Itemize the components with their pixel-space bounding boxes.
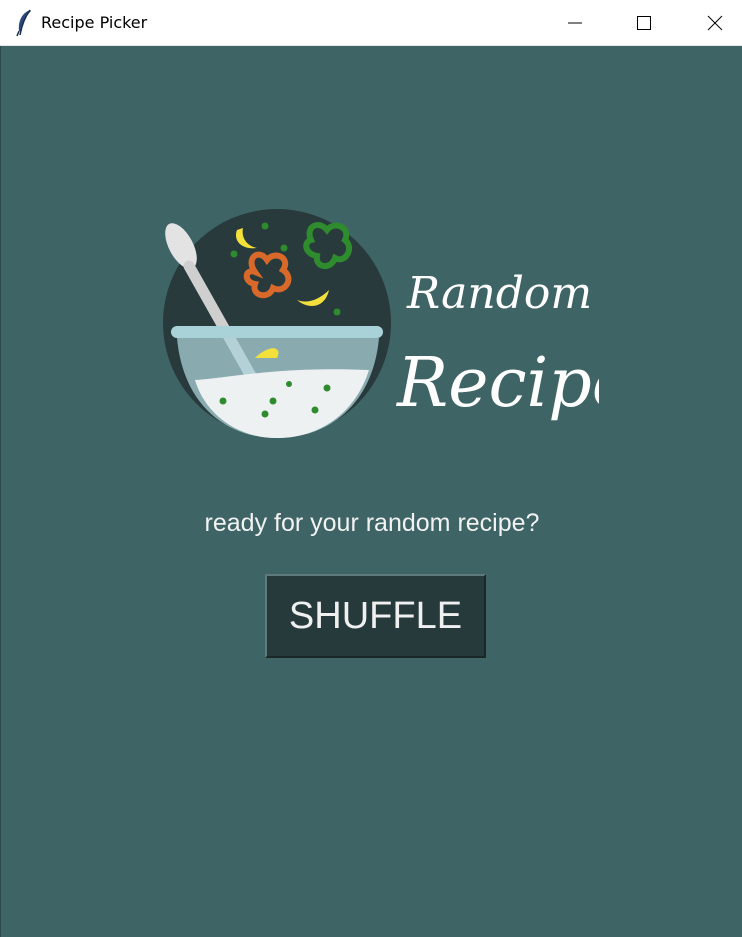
shuffle-button[interactable]: SHUFFLE bbox=[265, 574, 486, 658]
pea-icon bbox=[333, 308, 341, 316]
logo-text-recipe: Recipe bbox=[395, 344, 599, 423]
random-recipe-logo: Random Recipe bbox=[163, 209, 599, 438]
prompt-text: ready for your random recipe? bbox=[204, 509, 540, 537]
close-button[interactable] bbox=[680, 0, 742, 45]
minimize-button[interactable] bbox=[540, 0, 610, 45]
maximize-icon bbox=[637, 15, 651, 30]
main-panel: Random Recipe ready for your random reci… bbox=[0, 46, 742, 937]
close-icon bbox=[707, 15, 723, 30]
maximize-button[interactable] bbox=[609, 0, 679, 45]
app-window: Recipe Picker Random Recip ready for you… bbox=[0, 0, 742, 937]
window-title: Recipe Picker bbox=[41, 13, 148, 32]
pea-icon bbox=[261, 222, 269, 230]
logo-text-random: Random bbox=[406, 268, 592, 319]
feather-icon bbox=[16, 9, 31, 37]
minimize-icon bbox=[568, 22, 582, 23]
bowl-icon bbox=[171, 326, 383, 438]
pea-icon bbox=[230, 250, 238, 258]
title-bar[interactable]: Recipe Picker bbox=[0, 0, 742, 46]
pea-icon bbox=[280, 244, 288, 252]
